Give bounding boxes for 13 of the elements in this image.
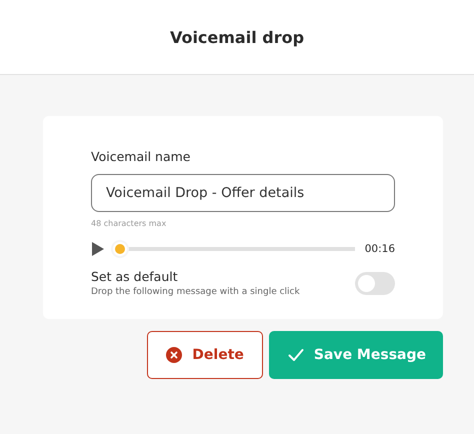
delete-button[interactable]: Delete <box>147 331 263 379</box>
setting-description: Drop the following message with a single click <box>91 287 300 297</box>
input-field[interactable]: Voicemail Drop - Offer details <box>91 174 395 212</box>
close-icon <box>166 347 182 363</box>
playhead-handle[interactable] <box>113 242 127 256</box>
setting-label: Set as default <box>91 269 179 284</box>
toggle-switch[interactable] <box>355 272 395 294</box>
page-title: Voicemail drop <box>170 28 304 46</box>
play-icon[interactable] <box>91 241 105 257</box>
check-icon <box>288 348 304 362</box>
hint-text: 48 characters max <box>91 219 168 228</box>
field-label: Voicemail name <box>91 149 192 164</box>
duration-text: 00:16 <box>364 243 395 255</box>
